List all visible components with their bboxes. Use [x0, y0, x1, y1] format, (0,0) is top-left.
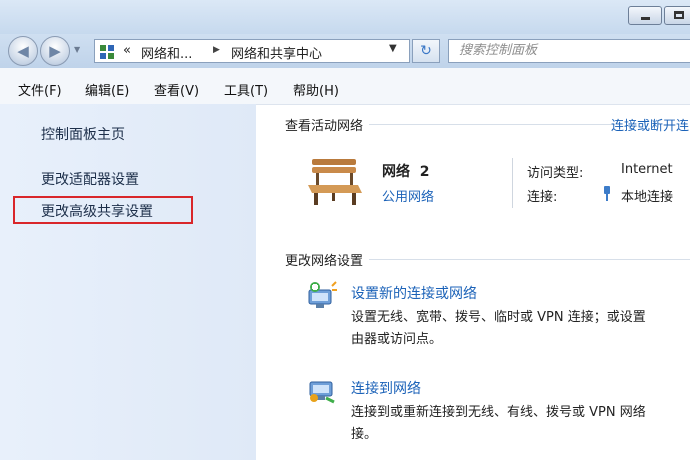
- setup-connection-link[interactable]: 设置新的连接或网络: [351, 283, 477, 303]
- breadcrumb-network-internet[interactable]: 网络和...: [141, 43, 192, 62]
- access-type-value: Internet: [621, 162, 673, 177]
- menu-tools[interactable]: 工具(T): [224, 80, 268, 99]
- breadcrumb-sharing-center[interactable]: 网络和共享中心: [231, 43, 322, 62]
- navigation-bar: ◀ ▶ ▼ « 网络和... ▶ 网络和共享中心 ▼ ↻ 搜索控制面板: [0, 34, 690, 68]
- setup-connection-desc-cont: 由器或访问点。: [351, 332, 443, 347]
- connect-network-link[interactable]: 连接到网络: [351, 378, 421, 398]
- back-arrow-icon: ◀: [17, 42, 29, 60]
- breadcrumb-overflow-chevron[interactable]: «: [123, 43, 131, 58]
- highlight-annotation-box: [13, 196, 193, 224]
- address-bar[interactable]: « 网络和... ▶ 网络和共享中心 ▼: [94, 39, 410, 63]
- connect-network-icon: [309, 381, 335, 404]
- network-type-link[interactable]: 公用网络: [382, 186, 434, 205]
- forward-button[interactable]: ▶: [40, 36, 70, 66]
- address-dropdown-icon[interactable]: ▼: [389, 43, 397, 54]
- minimize-button[interactable]: [628, 6, 662, 25]
- bench-icon: [308, 159, 362, 205]
- new-connection-icon: [308, 281, 337, 308]
- minimize-icon: [641, 17, 650, 20]
- recent-pages-dropdown[interactable]: ▼: [74, 43, 84, 57]
- breadcrumb-separator-icon[interactable]: ▶: [213, 45, 220, 55]
- menu-edit[interactable]: 编辑(E): [85, 80, 129, 99]
- menu-file[interactable]: 文件(F): [18, 80, 62, 99]
- sidebar: [0, 104, 256, 460]
- access-type-label: 访问类型:: [527, 166, 584, 181]
- menu-bar: 文件(F) 编辑(E) 查看(V) 工具(T) 帮助(H): [0, 68, 690, 105]
- connections-label: 连接:: [527, 190, 558, 205]
- search-input[interactable]: 搜索控制面板: [448, 39, 690, 63]
- network-center-icon: [100, 45, 114, 59]
- sidebar-item-adapter-settings[interactable]: 更改适配器设置: [41, 169, 139, 189]
- menu-help[interactable]: 帮助(H): [293, 80, 339, 99]
- maximize-icon: [674, 11, 684, 19]
- menu-view[interactable]: 查看(V): [154, 80, 199, 99]
- network-name: 网络 2: [382, 164, 430, 180]
- local-connection-link[interactable]: 本地连接: [621, 186, 673, 205]
- forward-arrow-icon: ▶: [49, 42, 61, 60]
- maximize-button[interactable]: [664, 6, 690, 25]
- refresh-button[interactable]: ↻: [412, 39, 440, 63]
- window-titlebar: [0, 0, 690, 34]
- connect-network-desc-cont: 接。: [351, 427, 378, 442]
- ethernet-plug-icon: [604, 186, 610, 201]
- sidebar-item-control-panel-home[interactable]: 控制面板主页: [41, 124, 125, 144]
- setup-connection-desc: 设置无线、宽带、拨号、临时或 VPN 连接；或设置: [351, 310, 646, 325]
- active-networks-title: 查看活动网络: [285, 115, 370, 134]
- connect-disconnect-link[interactable]: 连接或断开连: [611, 115, 689, 134]
- refresh-icon: ↻: [420, 43, 432, 59]
- connect-network-desc: 连接到或重新连接到无线、有线、拨号或 VPN 网络: [351, 405, 646, 420]
- back-button[interactable]: ◀: [8, 36, 38, 66]
- info-divider: [512, 158, 513, 208]
- change-settings-title: 更改网络设置: [285, 250, 370, 269]
